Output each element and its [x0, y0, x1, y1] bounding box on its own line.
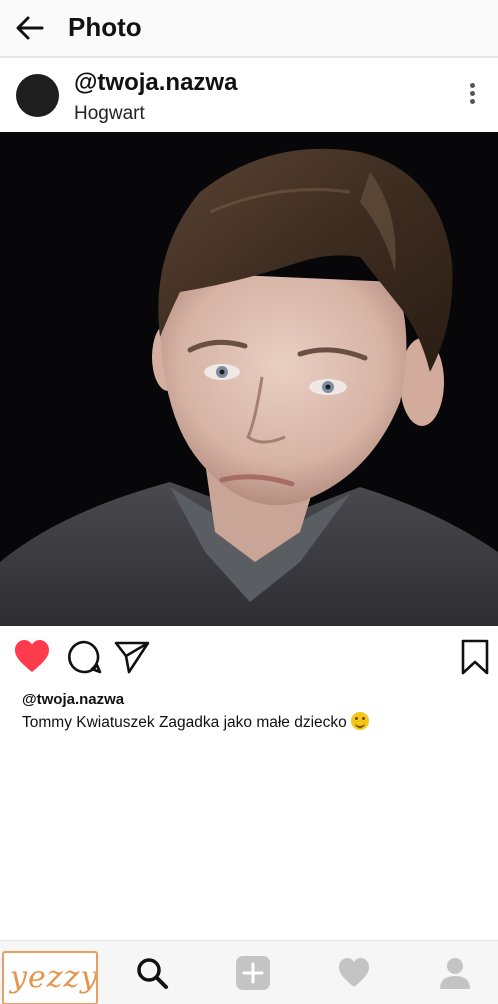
- top-bar: Photo: [0, 0, 498, 58]
- smiley-emoji-icon: [350, 712, 369, 730]
- search-icon[interactable]: [134, 955, 170, 991]
- post-location[interactable]: Hogwart: [74, 102, 145, 126]
- post-username[interactable]: @twoja.nazwa: [74, 68, 237, 98]
- post-photo[interactable]: [0, 132, 498, 626]
- caption-username[interactable]: @twoja.nazwa: [22, 690, 124, 710]
- bookmark-icon[interactable]: [456, 638, 494, 676]
- app-logo[interactable]: yezzy: [2, 951, 98, 1004]
- back-arrow-icon[interactable]: [14, 12, 46, 44]
- caption-text-content: Tommy Kwiatuszek Zagadka jako małe dziec…: [22, 714, 347, 731]
- logo-text: yezzy: [10, 960, 98, 995]
- page-title: Photo: [68, 12, 142, 42]
- add-icon[interactable]: [235, 955, 271, 991]
- post-header: @twoja.nazwa Hogwart: [0, 62, 498, 132]
- profile-icon[interactable]: [437, 955, 473, 991]
- heart-icon[interactable]: [336, 955, 372, 991]
- share-icon[interactable]: [113, 638, 151, 676]
- more-options-icon[interactable]: [462, 80, 482, 114]
- avatar[interactable]: [16, 74, 59, 117]
- portrait-image: [0, 132, 498, 626]
- like-heart-icon[interactable]: [13, 638, 51, 676]
- caption-text: Tommy Kwiatuszek Zagadka jako małe dziec…: [22, 712, 369, 733]
- comment-icon[interactable]: [65, 638, 103, 676]
- post-actions: [0, 636, 498, 680]
- bottom-navigation: yezzy: [0, 940, 498, 1004]
